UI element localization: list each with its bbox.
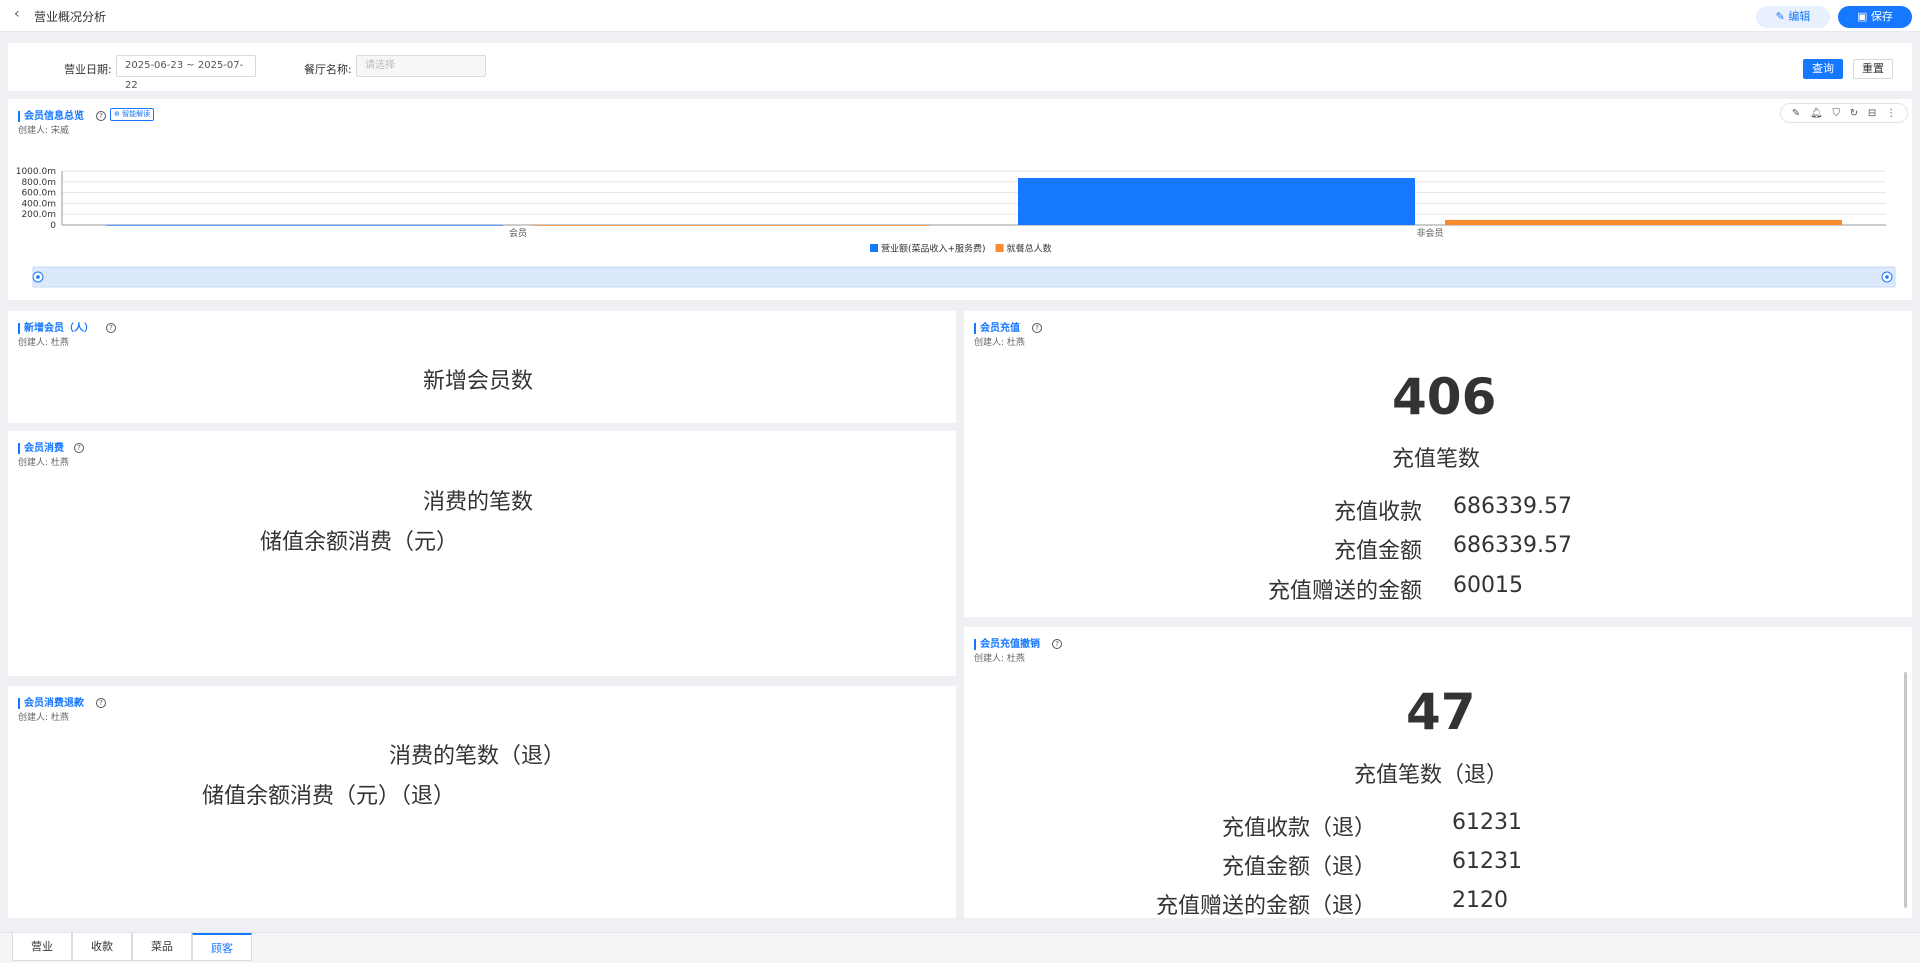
help-icon[interactable]: ? xyxy=(74,443,84,453)
card-title: 会员充值撤销 xyxy=(974,639,1040,650)
member-recharge-card: 会员充值 ? 创建人: 杜燕 406 充值笔数 充值收款 686339.57 充… xyxy=(964,311,1912,617)
tab-business[interactable]: 营业 xyxy=(12,933,72,961)
help-icon[interactable]: ? xyxy=(96,698,106,708)
tab-dishes[interactable]: 菜品 xyxy=(132,933,192,961)
help-icon[interactable]: ? xyxy=(1052,639,1062,649)
reset-button[interactable]: 重置 xyxy=(1853,59,1893,79)
filter-panel: 营业日期: 2025-06-23 ~ 2025-07-22 餐厅名称: 请选择 … xyxy=(8,43,1912,91)
member-refund-card: 会员消费退款 ? 创建人: 杜燕 消费的笔数（退） 储值余额消费（元）（退） xyxy=(8,686,956,918)
card-creator: 创建人: 杜燕 xyxy=(974,338,1025,348)
sheet-tabs: 营业 收款 菜品 顾客 xyxy=(0,932,1920,963)
recharge-count-label: 充值笔数 xyxy=(1392,447,1481,472)
member-consume-card: 会员消费 ? 创建人: 杜燕 消费的笔数 储值余额消费（元） xyxy=(8,431,956,676)
cancel-count: 47 xyxy=(1406,683,1476,741)
card-title: 会员消费退款 xyxy=(18,698,84,709)
legend-swatch xyxy=(870,244,878,252)
save-button[interactable]: ▣ 保存 xyxy=(1838,6,1912,28)
legend-label: 营业额(菜品收入+服务费) xyxy=(881,243,986,255)
y-tick-label: 1000.0m xyxy=(16,167,56,177)
new-members-card: 新增会员（人） ? 创建人: 杜燕 新增会员数 xyxy=(8,311,956,423)
card-title: 会员充值 xyxy=(974,323,1020,334)
refund-count-label: 消费的笔数（退） xyxy=(389,744,566,769)
cancel-receipt-label: 充值收款（退） xyxy=(1221,816,1376,841)
cancel-receipt-value: 61231 xyxy=(1452,810,1522,835)
y-tick-label: 600.0m xyxy=(21,189,56,199)
recharge-cancel-card: 会员充值撤销 ? 创建人: 杜燕 47 充值笔数（退） 充值收款（退） 6123… xyxy=(964,627,1912,918)
recharge-amount-value: 686339.57 xyxy=(1453,533,1572,558)
consume-amount-label: 储值余额消费（元） xyxy=(260,530,459,555)
tab-payment[interactable]: 收款 xyxy=(72,933,132,961)
query-button[interactable]: 查询 xyxy=(1803,59,1843,79)
scrollbar[interactable] xyxy=(1904,672,1907,908)
cancel-amount-value: 61231 xyxy=(1452,849,1522,874)
x-tick-label: 非会员 xyxy=(1416,227,1443,239)
tab-customers[interactable]: 顾客 xyxy=(192,933,252,961)
bar xyxy=(533,225,930,226)
date-range-input[interactable]: 2025-06-23 ~ 2025-07-22 xyxy=(116,55,256,91)
zoom-slider xyxy=(32,266,1896,288)
bar xyxy=(1018,178,1415,225)
help-icon[interactable]: ? xyxy=(1032,323,1042,333)
date-label: 营业日期: xyxy=(64,63,112,76)
y-tick-label: 0 xyxy=(50,221,56,231)
card-creator: 创建人: 杜燕 xyxy=(18,713,69,723)
back-icon[interactable]: ‹ xyxy=(14,6,20,22)
card-creator: 创建人: 杜燕 xyxy=(974,654,1025,664)
y-tick-label: 800.0m xyxy=(21,178,56,188)
overview-card: 会员信息总览 ? ⊕ 智能解读 创建人: 宋威 ✎ 🔔︎ ⛉ ↻ ⊟ ⋮ 0 20… xyxy=(8,99,1912,300)
x-tick-label: 会员 xyxy=(509,227,527,239)
cancel-amount-label: 充值金额（退） xyxy=(1221,855,1376,880)
y-tick-label: 200.0m xyxy=(21,210,56,220)
overview-bar-chart: 0200.0m400.0m600.0m800.0m1000.0m 会员 非会员营业额… xyxy=(16,167,1896,288)
y-tick-label: 400.0m xyxy=(21,199,56,209)
restaurant-select[interactable]: 请选择 xyxy=(356,55,486,77)
recharge-amount-label: 充值金额 xyxy=(1333,539,1422,564)
card-title: 新增会员（人） xyxy=(18,323,94,334)
bar xyxy=(106,224,503,226)
edit-button[interactable]: ✎ 编辑 xyxy=(1756,6,1830,28)
recharge-bonus-label: 充值赠送的金额 xyxy=(1267,579,1422,604)
bar xyxy=(1445,219,1842,225)
cancel-bonus-value: 2120 xyxy=(1452,888,1508,913)
page-title: 营业概况分析 xyxy=(34,10,107,24)
zoom-handle-right-dot xyxy=(1885,275,1889,279)
help-icon[interactable]: ? xyxy=(106,323,116,333)
card-title: 会员消费 xyxy=(18,443,64,454)
top-bar: ‹ 营业概况分析 ✎ 编辑 ▣ 保存 xyxy=(0,0,1920,32)
legend-label: 就餐总人数 xyxy=(1007,243,1052,255)
cancel-bonus-label: 充值赠送的金额（退） xyxy=(1155,894,1376,918)
recharge-receipt-label: 充值收款 xyxy=(1333,500,1422,525)
cancel-count-label: 充值笔数（退） xyxy=(1354,763,1509,788)
consume-count-label: 消费的笔数 xyxy=(423,490,534,515)
legend-swatch xyxy=(995,244,1004,252)
new-members-label: 新增会员数 xyxy=(423,369,534,394)
recharge-bonus-value: 60015 xyxy=(1453,573,1523,598)
card-creator: 创建人: 杜燕 xyxy=(18,458,69,468)
restaurant-label: 餐厅名称: xyxy=(304,63,352,76)
recharge-count: 406 xyxy=(1392,368,1497,426)
refund-amount-label: 储值余额消费（元）（退） xyxy=(202,784,456,809)
recharge-receipt-value: 686339.57 xyxy=(1453,494,1572,519)
card-creator: 创建人: 杜燕 xyxy=(18,338,69,348)
zoom-handle-left-dot xyxy=(36,275,40,279)
